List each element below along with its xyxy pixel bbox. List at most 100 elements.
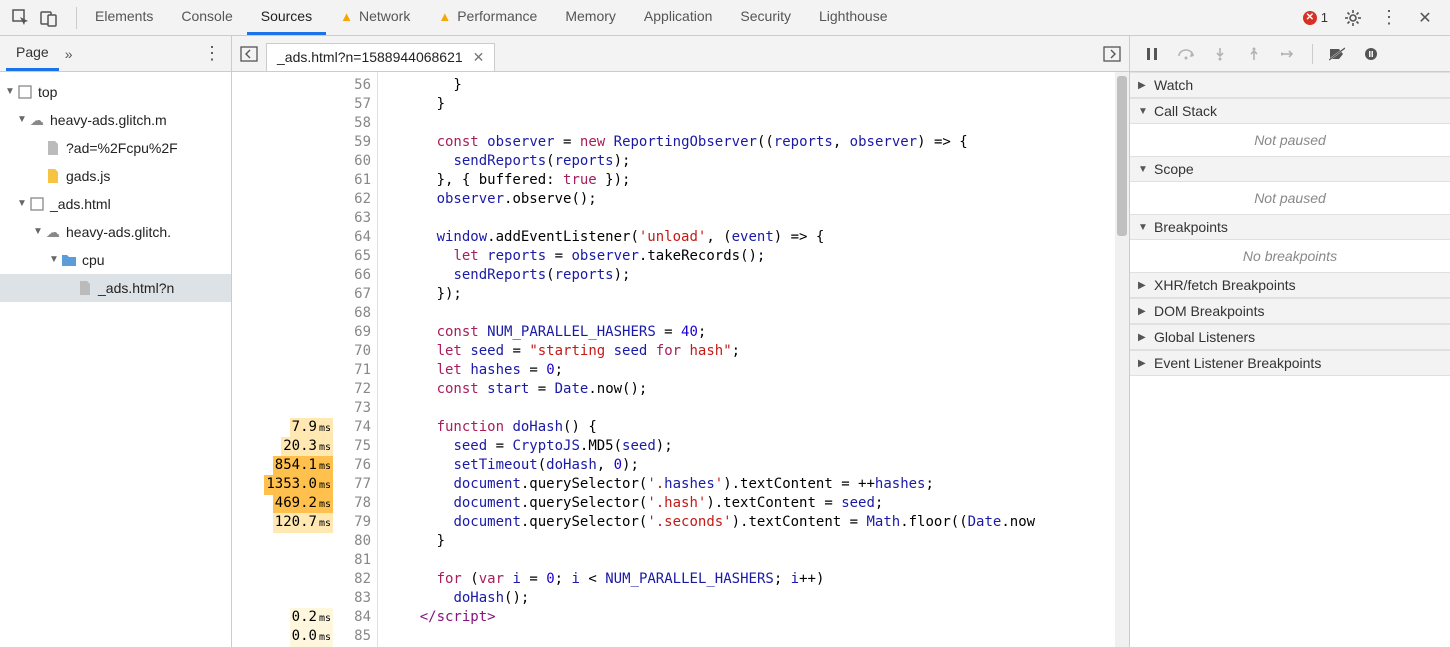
file-icon <box>44 141 62 155</box>
tree-label: ?ad=%2Fcpu%2F <box>66 134 178 162</box>
tree-domain[interactable]: ▼ ☁ heavy-ads.glitch. <box>0 218 231 246</box>
tree-file[interactable]: gads.js <box>0 162 231 190</box>
gear-icon[interactable] <box>1342 7 1364 29</box>
chevron-right-icon: ▶ <box>1138 358 1148 369</box>
chevron-down-icon: ▼ <box>1138 222 1148 233</box>
devtools-tab-bar: Elements Console Sources ▲ Network ▲ Per… <box>0 0 1450 36</box>
tree-label: heavy-ads.glitch. <box>66 218 171 246</box>
chevron-right-icon: ▶ <box>1138 280 1148 291</box>
section-label: Scope <box>1154 161 1194 177</box>
section-label: Global Listeners <box>1154 329 1255 345</box>
run-snippet-icon[interactable] <box>1101 43 1123 65</box>
section-label: Breakpoints <box>1154 219 1228 235</box>
editor-panel: _ads.html?n=1588944068621 ✕ 565758596061… <box>232 36 1129 647</box>
tab-network[interactable]: ▲ Network <box>326 0 424 35</box>
tab-application[interactable]: Application <box>630 0 727 35</box>
tab-sources[interactable]: Sources <box>247 0 326 35</box>
navigator-menu-icon[interactable]: ⋮ <box>199 43 225 64</box>
chevron-right-icon: ▶ <box>1138 332 1148 343</box>
tree-label: heavy-ads.glitch.m <box>50 106 167 134</box>
code-area[interactable]: } } const observer = new ReportingObserv… <box>378 72 1129 647</box>
close-tab-icon[interactable]: ✕ <box>473 49 485 66</box>
section-event[interactable]: ▶ Event Listener Breakpoints <box>1130 350 1450 376</box>
editor-header: _ads.html?n=1588944068621 ✕ <box>232 36 1129 72</box>
breakpoints-body: No breakpoints <box>1130 240 1450 272</box>
scrollbar-thumb[interactable] <box>1117 76 1127 236</box>
js-file-icon <box>44 169 62 183</box>
section-breakpoints[interactable]: ▼ Breakpoints <box>1130 214 1450 240</box>
device-icon[interactable] <box>38 7 60 29</box>
tree-label: top <box>38 78 57 106</box>
step-into-icon[interactable] <box>1210 44 1230 64</box>
kebab-icon[interactable]: ⋮ <box>1378 7 1400 29</box>
step-icon[interactable] <box>1278 44 1298 64</box>
section-dom[interactable]: ▶ DOM Breakpoints <box>1130 298 1450 324</box>
tab-network-label: Network <box>359 8 410 24</box>
section-global[interactable]: ▶ Global Listeners <box>1130 324 1450 350</box>
scope-body: Not paused <box>1130 182 1450 214</box>
section-watch[interactable]: ▶ Watch <box>1130 72 1450 98</box>
error-indicator[interactable]: ✕ 1 <box>1303 10 1328 25</box>
chevron-down-icon: ▼ <box>32 218 44 246</box>
gutter: 5657585960616263646566676869707172737.9m… <box>232 72 378 647</box>
section-scope[interactable]: ▼ Scope <box>1130 156 1450 182</box>
editor-file-tab[interactable]: _ads.html?n=1588944068621 ✕ <box>266 43 495 71</box>
tree-domain[interactable]: ▼ ☁ heavy-ads.glitch.m <box>0 106 231 134</box>
chevron-down-icon: ▼ <box>16 106 28 134</box>
section-callstack[interactable]: ▼ Call Stack <box>1130 98 1450 124</box>
file-icon <box>76 281 94 295</box>
tab-security[interactable]: Security <box>726 0 805 35</box>
navigator-header: Page » ⋮ <box>0 36 231 72</box>
pause-exceptions-icon[interactable] <box>1361 44 1381 64</box>
more-tabs-icon[interactable]: » <box>65 46 73 62</box>
error-icon: ✕ <box>1303 11 1317 25</box>
tab-performance[interactable]: ▲ Performance <box>424 0 551 35</box>
tree-label: _ads.html <box>50 190 111 218</box>
close-icon[interactable]: ✕ <box>1414 7 1436 29</box>
navigate-icon[interactable] <box>238 43 260 65</box>
frame-icon <box>28 197 46 211</box>
tab-performance-label: Performance <box>457 8 537 24</box>
chevron-down-icon: ▼ <box>48 246 60 274</box>
tree-top[interactable]: ▼ top <box>0 78 231 106</box>
cloud-icon: ☁ <box>28 106 46 134</box>
callstack-body: Not paused <box>1130 124 1450 156</box>
warning-icon: ▲ <box>340 9 353 24</box>
folder-icon <box>60 254 78 266</box>
frame-icon <box>16 85 34 99</box>
deactivate-breakpoints-icon[interactable] <box>1327 44 1347 64</box>
chevron-right-icon: ▶ <box>1138 80 1148 91</box>
tree-file[interactable]: ?ad=%2Fcpu%2F <box>0 134 231 162</box>
inspect-icon[interactable] <box>10 7 32 29</box>
debugger-toolbar <box>1130 36 1450 72</box>
chevron-down-icon: ▼ <box>1138 164 1148 175</box>
section-label: XHR/fetch Breakpoints <box>1154 277 1296 293</box>
chevron-down-icon: ▼ <box>16 190 28 218</box>
tree-folder[interactable]: ▼ cpu <box>0 246 231 274</box>
chevron-down-icon: ▼ <box>4 78 16 106</box>
step-out-icon[interactable] <box>1244 44 1264 64</box>
chevron-down-icon: ▼ <box>1138 106 1148 117</box>
tree-label: cpu <box>82 246 105 274</box>
tree-file-selected[interactable]: _ads.html?n <box>0 274 231 302</box>
navigator-panel: Page » ⋮ ▼ top ▼ ☁ heavy-ads.glitch.m ?a… <box>0 36 232 647</box>
chevron-right-icon: ▶ <box>1138 306 1148 317</box>
tab-elements[interactable]: Elements <box>81 0 167 35</box>
code-editor[interactable]: 5657585960616263646566676869707172737.9m… <box>232 72 1129 647</box>
scrollbar[interactable] <box>1115 72 1129 647</box>
file-tree: ▼ top ▼ ☁ heavy-ads.glitch.m ?ad=%2Fcpu%… <box>0 72 231 308</box>
section-label: Call Stack <box>1154 103 1217 119</box>
page-tab[interactable]: Page <box>6 36 59 71</box>
pause-icon[interactable] <box>1142 44 1162 64</box>
section-label: DOM Breakpoints <box>1154 303 1264 319</box>
file-tab-label: _ads.html?n=1588944068621 <box>277 49 463 65</box>
section-label: Watch <box>1154 77 1193 93</box>
tab-memory[interactable]: Memory <box>551 0 630 35</box>
tab-console[interactable]: Console <box>167 0 246 35</box>
tab-lighthouse[interactable]: Lighthouse <box>805 0 902 35</box>
tree-label: _ads.html?n <box>98 274 174 302</box>
section-xhr[interactable]: ▶ XHR/fetch Breakpoints <box>1130 272 1450 298</box>
tree-frame[interactable]: ▼ _ads.html <box>0 190 231 218</box>
debugger-panel: ▶ Watch ▼ Call Stack Not paused ▼ Scope … <box>1129 36 1450 647</box>
step-over-icon[interactable] <box>1176 44 1196 64</box>
